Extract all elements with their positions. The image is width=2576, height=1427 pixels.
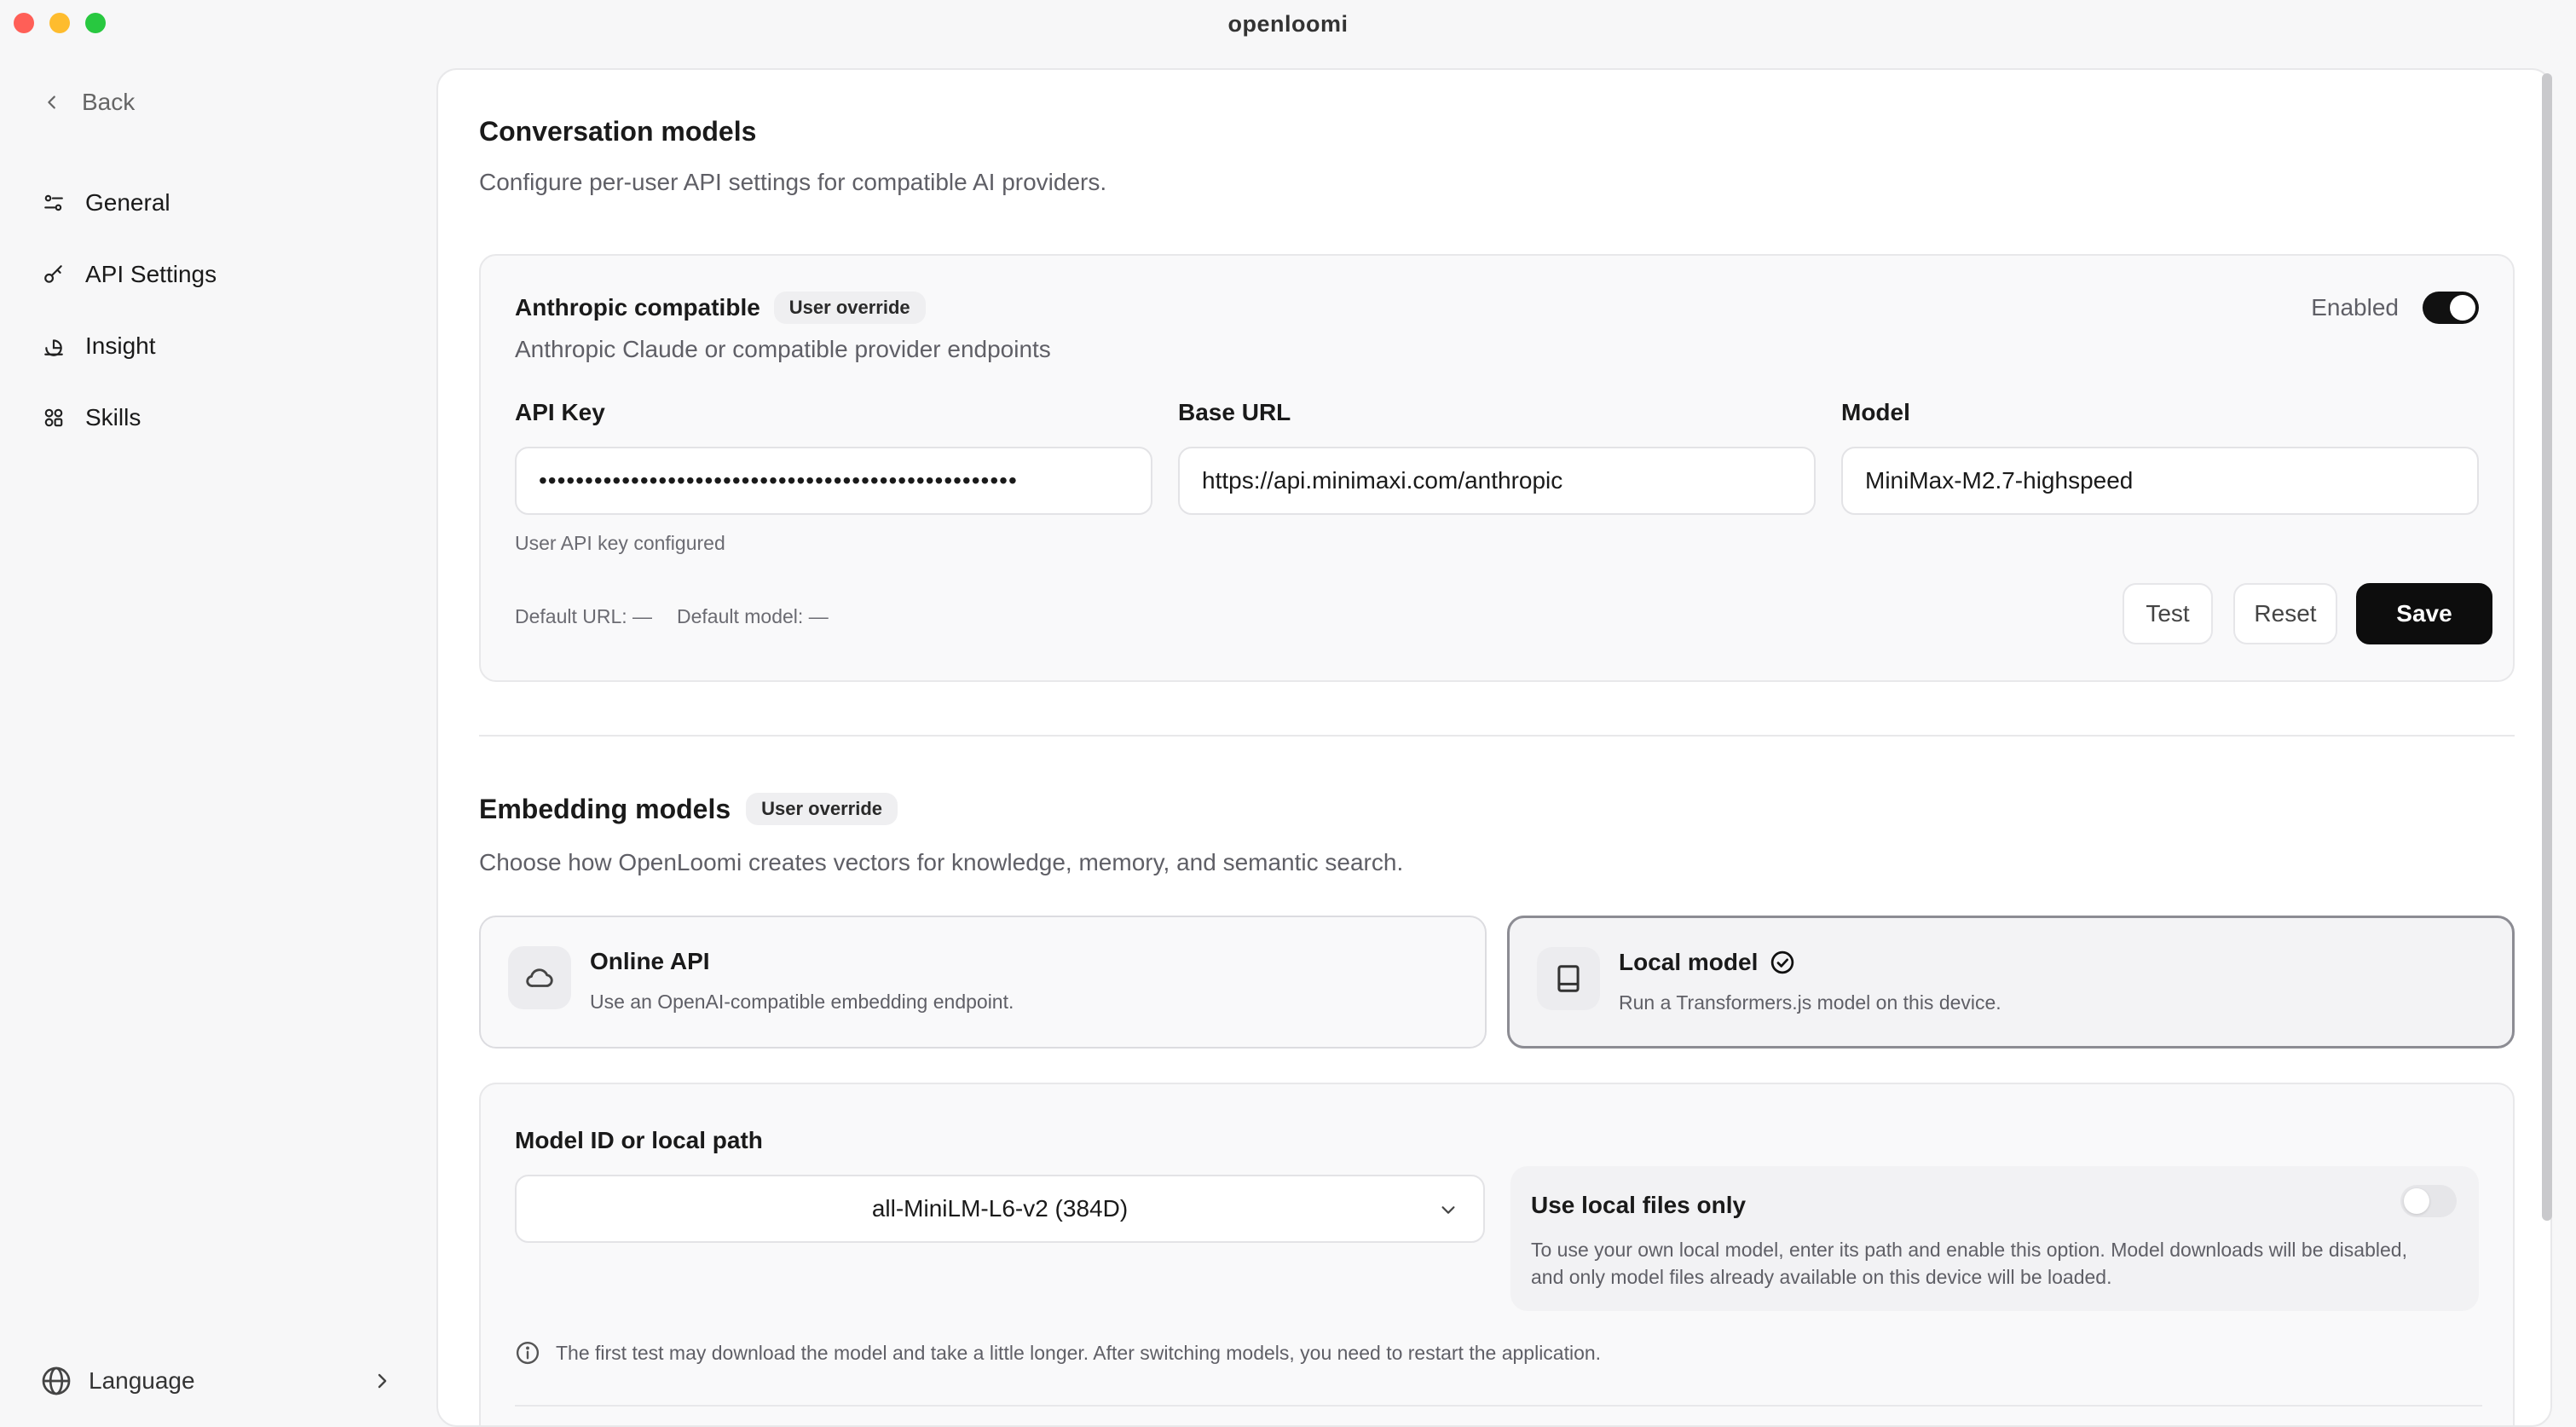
embedding-models-title: Embedding models [479, 793, 731, 824]
device-icon-wrap [1537, 947, 1600, 1010]
window-controls [14, 13, 106, 33]
chevron-left-icon [48, 95, 55, 109]
close-window-button[interactable] [14, 13, 34, 33]
local-files-only-toggle[interactable] [2400, 1185, 2457, 1217]
conversation-models-description: Configure per-user API settings for comp… [479, 169, 1107, 195]
anthropic-provider-card: Anthropic compatible User override Anthr… [479, 254, 2515, 682]
provider-description: Anthropic Claude or compatible provider … [515, 336, 1051, 362]
sidebar-item-label: API Settings [85, 261, 217, 287]
minimize-window-button[interactable] [49, 13, 70, 33]
key-icon [44, 265, 62, 283]
local-files-only-title: Use local files only [1531, 1192, 1747, 1218]
online-api-description: Use an OpenAI-compatible embedding endpo… [590, 991, 1014, 1013]
default-url: Default URL: — [515, 605, 653, 627]
sidebar-item-general[interactable]: General [43, 167, 217, 239]
api-key-hint: User API key configured [515, 532, 725, 554]
save-button[interactable]: Save [2356, 583, 2492, 644]
sidebar-nav: General API Settings Insight Skills [43, 167, 217, 454]
local-model-description: Run a Transformers.js model on this devi… [1619, 991, 2001, 1014]
language-label: Language [89, 1367, 195, 1394]
sidebar-item-label: General [85, 189, 170, 216]
base-url-input[interactable]: https://api.minimaxi.com/anthropic [1178, 447, 1816, 515]
user-override-badge: User override [773, 292, 926, 324]
online-api-title: Online API [590, 948, 710, 974]
language-selector[interactable]: Language [41, 1355, 392, 1407]
sidebar-item-skills[interactable]: Skills [43, 382, 217, 454]
model-label: Model [1841, 399, 1910, 425]
cloud-icon [526, 968, 553, 987]
window-title: openloomi [1227, 10, 1349, 37]
enabled-toggle[interactable] [2423, 292, 2479, 324]
cloud-icon-wrap [508, 946, 571, 1009]
insight-icon [44, 339, 63, 356]
settings-panel: Conversation models Configure per-user A… [436, 68, 2552, 1427]
local-model-title-row: Local model [1619, 949, 1795, 976]
api-key-input[interactable]: ••••••••••••••••••••••••••••••••••••••••… [515, 447, 1152, 515]
skills-icon [44, 408, 63, 427]
back-label: Back [82, 89, 136, 115]
device-icon [1557, 965, 1580, 992]
local-files-only-box: Use local files only To use your own loc… [1510, 1166, 2479, 1311]
conversation-models-title: Conversation models [479, 116, 757, 147]
check-circle-icon [1771, 950, 1794, 974]
api-key-label: API Key [515, 399, 605, 425]
test-button[interactable]: Test [2123, 583, 2213, 644]
sidebar-item-label: Insight [85, 332, 156, 359]
sidebar-item-insight[interactable]: Insight [43, 310, 217, 382]
base-url-label: Base URL [1178, 399, 1291, 425]
local-model-title: Local model [1619, 949, 1759, 975]
online-api-option[interactable]: Online API Use an OpenAI-compatible embe… [479, 916, 1487, 1049]
embedding-models-description: Choose how OpenLoomi creates vectors for… [479, 849, 1404, 875]
chevron-right-icon [378, 1373, 387, 1389]
default-model: Default model: — [677, 605, 829, 627]
info-note: The first test may download the model an… [556, 1341, 1602, 1364]
sidebar-item-api-settings[interactable]: API Settings [43, 239, 217, 310]
back-button[interactable]: Back [43, 89, 135, 116]
reset-button[interactable]: Reset [2233, 583, 2337, 644]
model-input[interactable]: MiniMax-M2.7-highspeed [1841, 447, 2479, 515]
chevron-down-icon [1441, 1206, 1455, 1214]
model-id-select[interactable]: all-MiniLM-L6-v2 (384D) [515, 1175, 1485, 1243]
sliders-icon [44, 194, 63, 211]
local-files-only-description: To use your own local model, enter its p… [1531, 1239, 2407, 1288]
zoom-window-button[interactable] [85, 13, 106, 33]
globe-icon [42, 1366, 71, 1395]
enabled-label: Enabled [2311, 294, 2399, 321]
section-divider [479, 735, 2515, 737]
local-model-config-card: Model ID or local path all-MiniLM-L6-v2 … [479, 1083, 2515, 1425]
info-icon [516, 1341, 540, 1365]
model-id-value: all-MiniLM-L6-v2 (384D) [871, 1195, 1129, 1222]
title-bar: openloomi [0, 0, 2576, 48]
scrollbar[interactable] [2542, 73, 2552, 1221]
card-divider [515, 1405, 2482, 1407]
local-model-option[interactable]: Local model Run a Transformers.js model … [1507, 916, 2515, 1049]
embedding-override-badge: User override [746, 793, 898, 825]
model-id-label: Model ID or local path [515, 1127, 763, 1153]
sidebar-item-label: Skills [85, 404, 142, 430]
provider-name: Anthropic compatible [515, 294, 760, 321]
sidebar: Back General API Settings Insight Skills… [0, 48, 436, 1427]
